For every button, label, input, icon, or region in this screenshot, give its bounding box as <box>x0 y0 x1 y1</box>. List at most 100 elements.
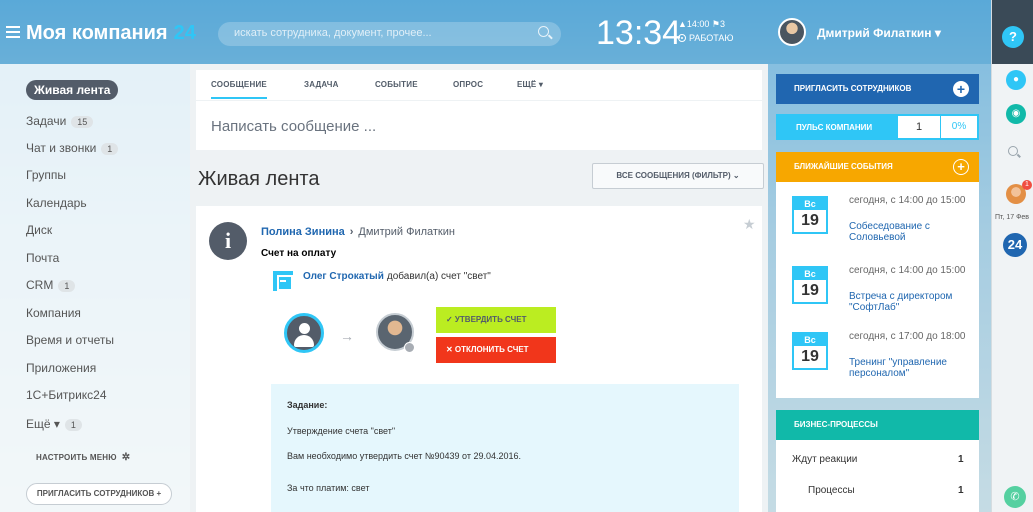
sidebar-item[interactable]: Компания <box>26 306 81 320</box>
approve-invoice-button[interactable]: ✓ УТВЕРДИТЬ СЧЕТ <box>436 307 556 333</box>
sidebar-item[interactable]: Диск <box>26 223 52 237</box>
event-day: 19 <box>801 282 819 299</box>
bp-row-label[interactable]: Ждут реакции <box>792 454 857 465</box>
sidebar-item-label: Почта <box>26 251 60 265</box>
event-title[interactable]: Тренинг "управление персоналом" <box>849 357 974 379</box>
sidebar-item[interactable]: Ещё ▾ 1 <box>26 417 82 431</box>
task-line: Вам необходимо утвердить счет №90439 от … <box>287 451 521 461</box>
menu-burger-icon[interactable] <box>6 26 20 38</box>
event-time: сегодня, с 14:00 до 15:00 <box>849 195 966 206</box>
filter-button[interactable]: ВСЕ СООБЩЕНИЯ (ФИЛЬТР) ⌄ <box>592 163 764 189</box>
sidebar-item-counter: 1 <box>101 143 119 155</box>
invite-employees-button[interactable]: ПРИГЛАСИТЬ СОТРУДНИКОВ + <box>26 483 172 505</box>
sidebar-item[interactable]: Календарь <box>26 196 87 210</box>
pulse-percent: 0% <box>941 116 977 138</box>
post-actor[interactable]: Олег Строкатый <box>303 271 384 282</box>
notifications-icon[interactable]: ● <box>1006 70 1026 90</box>
top-bar: Моя компания 24 искать сотрудника, докуме… <box>0 0 990 64</box>
sidebar-item-label: 1С+Битрикс24 <box>26 388 107 402</box>
post-subject: Счет на оплату <box>261 248 337 259</box>
event-day: 19 <box>801 348 819 365</box>
sidebar-item[interactable]: Чат и звонки 1 <box>26 141 119 155</box>
bitrix24-icon[interactable]: 24 <box>1003 233 1027 257</box>
tab-task[interactable]: ЗАДАЧА <box>304 80 339 89</box>
record-icon <box>678 34 686 42</box>
phone-icon[interactable]: ✆ <box>1004 486 1026 508</box>
sidebar-item[interactable]: Группы <box>26 168 66 182</box>
event-dow: Вс <box>794 334 826 346</box>
post-action-text: добавил(а) счет "свет" <box>386 271 491 282</box>
event-title[interactable]: Встреча с директором "СофтЛаб" <box>849 291 974 313</box>
messenger-icon[interactable]: ◉ <box>1006 104 1026 124</box>
sidebar-item[interactable]: Живая лента <box>26 80 119 100</box>
tab-event[interactable]: СОБЫТИЕ <box>375 80 418 89</box>
clock[interactable]: 13:34 <box>596 14 681 53</box>
bp-row-count: 1 <box>958 485 964 496</box>
sidebar-item[interactable]: Приложения <box>26 361 96 375</box>
sidebar-item[interactable]: Время и отчеты <box>26 333 114 347</box>
pending-clock-icon <box>404 342 415 353</box>
tab-message[interactable]: СООБЩЕНИЕ <box>211 80 267 99</box>
search-input[interactable]: искать сотрудника, документ, прочее... <box>218 22 561 46</box>
configure-menu-button[interactable]: НАСТРОИТЬ МЕНЮ ✲ <box>36 452 130 463</box>
sidebar-item-label: Задачи <box>26 114 67 128</box>
post-header: Полина Зинина › Дмитрий Филаткин <box>261 226 455 238</box>
calendar-date-icon: Вс 19 <box>792 332 828 370</box>
bp-row-label[interactable]: Процессы <box>808 485 855 496</box>
birthday-date: Пт, 17 Фев <box>995 214 1030 221</box>
work-status[interactable]: РАБОТАЮ <box>678 33 734 43</box>
upcoming-events-header[interactable]: БЛИЖАЙШИЕ СОБЫТИЯ + <box>776 152 979 182</box>
sidebar-item[interactable]: Задачи 15 <box>26 114 94 128</box>
sidebar-item-counter: 15 <box>71 116 94 128</box>
task-line: За что платим: свет <box>287 483 370 493</box>
event-time: сегодня, с 14:00 до 15:00 <box>849 265 966 276</box>
pulse-label: ПУЛЬС КОМПАНИИ <box>796 123 873 132</box>
event-title[interactable]: Собеседование с Соловьевой <box>849 221 974 243</box>
logo-number: 24 <box>173 22 196 44</box>
sidebar-item-counter: 1 <box>58 280 76 292</box>
sidebar-item-counter: 1 <box>64 419 82 431</box>
sidebar-item[interactable]: CRM 1 <box>26 278 76 292</box>
invoice-icon <box>273 271 293 291</box>
user-menu[interactable]: Дмитрий Филаткин ▾ <box>817 26 941 40</box>
initiator-avatar[interactable] <box>284 313 324 353</box>
search-placeholder: искать сотрудника, документ, прочее... <box>234 27 432 39</box>
sidebar-item[interactable]: Почта <box>26 251 59 265</box>
business-processes-header[interactable]: БИЗНЕС-ПРОЦЕССЫ <box>776 410 979 440</box>
sidebar-item[interactable]: 1С+Битрикс24 <box>26 388 107 402</box>
gear-icon: ✲ <box>121 452 131 463</box>
sidebar-item-label: Компания <box>26 306 81 320</box>
birthday-badge: 1 <box>1022 180 1032 190</box>
business-processes-list <box>776 440 979 512</box>
bp-row-count: 1 <box>958 454 964 465</box>
sidebar-item-label: Чат и звонки <box>26 141 97 155</box>
message-input[interactable]: Написать сообщение ... <box>211 118 376 135</box>
app-logo[interactable]: Моя компания 24 <box>26 22 196 45</box>
add-event-icon[interactable]: + <box>953 159 969 175</box>
task-line: Утверждение счета "свет" <box>287 426 396 436</box>
invite-employees-top-button[interactable]: ПРИГЛАСИТЬ СОТРУДНИКОВ + <box>776 74 979 104</box>
user-avatar[interactable] <box>778 18 806 46</box>
tab-poll[interactable]: ОПРОС <box>453 80 483 89</box>
right-search-icon[interactable] <box>1008 146 1018 156</box>
work-status-label: РАБОТАЮ <box>689 33 734 43</box>
tab-more[interactable]: ЕЩЁ ▾ <box>517 80 543 89</box>
help-icon[interactable]: ? <box>1002 26 1024 48</box>
sidebar-item-label: Приложения <box>26 361 97 375</box>
info-icon: i <box>209 222 247 260</box>
reject-invoice-button[interactable]: ✕ ОТКЛОНИТЬ СЧЕТ <box>436 337 556 363</box>
sidebar-item-label: Календарь <box>26 196 87 210</box>
event-time: сегодня, с 17:00 до 18:00 <box>849 331 966 342</box>
pulse-value: 1 <box>898 116 940 138</box>
sidebar-item-label: Время и отчеты <box>26 333 115 347</box>
calendar-date-icon: Вс 19 <box>792 266 828 304</box>
page-title: Живая лента <box>198 168 320 190</box>
sidebar-item-label: Диск <box>26 223 53 237</box>
configure-menu-label: НАСТРОИТЬ МЕНЮ <box>36 453 117 462</box>
search-icon[interactable] <box>538 26 549 37</box>
post-author[interactable]: Полина Зинина <box>261 226 345 238</box>
star-icon[interactable]: ★ <box>743 216 756 233</box>
post-recipient[interactable]: Дмитрий Филаткин <box>358 226 455 238</box>
composer-divider <box>196 100 762 101</box>
events-label: БЛИЖАЙШИЕ СОБЫТИЯ <box>794 162 893 171</box>
